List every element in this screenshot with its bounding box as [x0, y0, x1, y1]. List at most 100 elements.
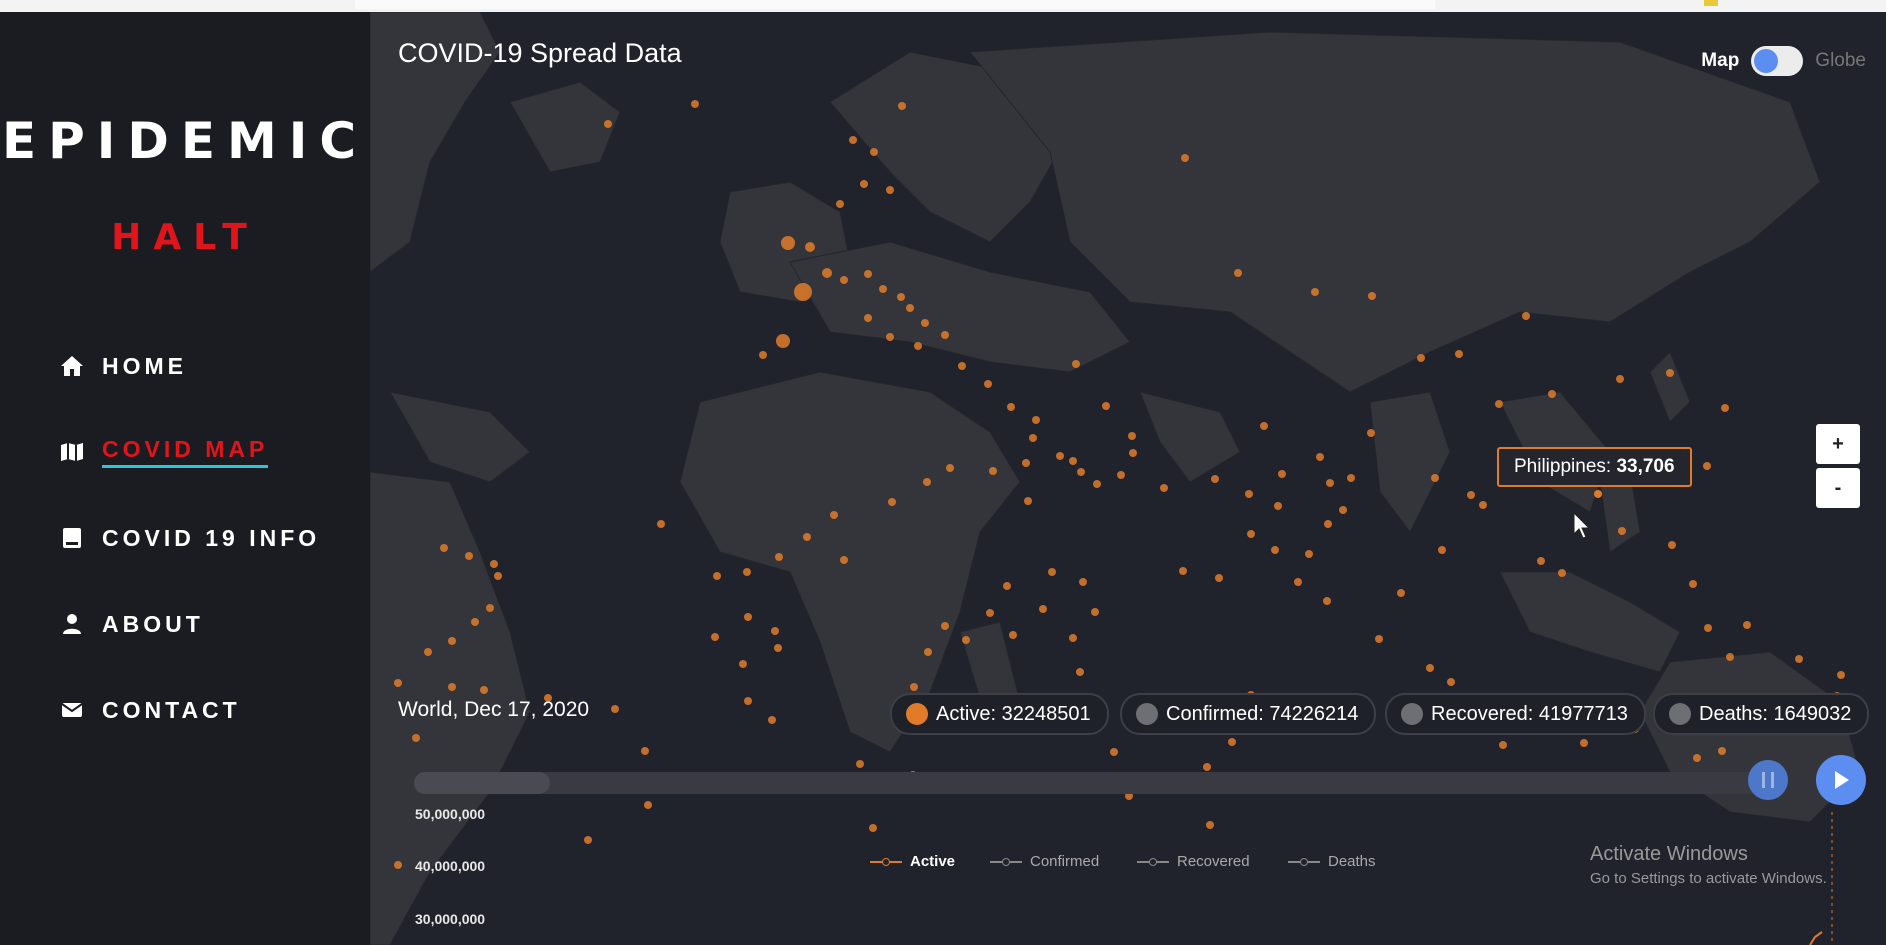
stat-active[interactable]: Active: 32248501 — [890, 693, 1109, 735]
case-marker[interactable] — [1206, 821, 1214, 829]
case-marker[interactable] — [1048, 568, 1056, 576]
case-marker[interactable] — [1039, 605, 1047, 613]
case-marker[interactable] — [1417, 354, 1425, 362]
case-marker[interactable] — [440, 544, 448, 552]
case-marker[interactable] — [1245, 490, 1253, 498]
case-marker[interactable] — [657, 520, 665, 528]
case-marker[interactable] — [830, 511, 838, 519]
case-marker[interactable] — [1029, 434, 1037, 442]
case-marker[interactable] — [1718, 747, 1726, 755]
case-marker[interactable] — [644, 801, 652, 809]
case-marker[interactable] — [584, 836, 592, 844]
case-marker[interactable] — [1316, 453, 1324, 461]
case-marker[interactable] — [641, 747, 649, 755]
case-marker[interactable] — [412, 734, 420, 742]
case-marker[interactable] — [1837, 671, 1845, 679]
case-marker[interactable] — [1455, 350, 1463, 358]
nav-item-contact[interactable]: CONTACT — [58, 692, 241, 728]
case-marker[interactable] — [1743, 621, 1751, 629]
legend-active[interactable]: Active — [870, 853, 955, 870]
case-marker[interactable] — [864, 270, 872, 278]
case-marker[interactable] — [424, 648, 432, 656]
case-marker[interactable] — [962, 636, 970, 644]
case-marker[interactable] — [448, 637, 456, 645]
case-marker[interactable] — [1726, 653, 1734, 661]
case-marker[interactable] — [776, 334, 790, 348]
case-marker[interactable] — [1721, 404, 1729, 412]
case-marker[interactable] — [744, 697, 752, 705]
case-marker[interactable] — [1215, 574, 1223, 582]
case-marker[interactable] — [691, 100, 699, 108]
case-marker[interactable] — [860, 180, 868, 188]
case-marker[interactable] — [986, 609, 994, 617]
case-marker[interactable] — [1704, 624, 1712, 632]
case-marker[interactable] — [1693, 754, 1701, 762]
case-marker[interactable] — [1077, 468, 1085, 476]
case-marker[interactable] — [941, 331, 949, 339]
case-marker[interactable] — [840, 276, 848, 284]
case-marker[interactable] — [849, 136, 857, 144]
case-marker[interactable] — [906, 304, 914, 312]
case-marker[interactable] — [1323, 597, 1331, 605]
nav-item-covid-info[interactable]: COVID 19 INFO — [58, 520, 320, 556]
case-marker[interactable] — [923, 478, 931, 486]
case-marker[interactable] — [604, 120, 612, 128]
case-marker[interactable] — [1056, 452, 1064, 460]
case-marker[interactable] — [1447, 678, 1455, 686]
case-marker[interactable] — [886, 186, 894, 194]
case-marker[interactable] — [1129, 449, 1137, 457]
case-marker[interactable] — [864, 314, 872, 322]
case-marker[interactable] — [1616, 375, 1624, 383]
case-marker[interactable] — [1438, 546, 1446, 554]
case-marker[interactable] — [1069, 457, 1077, 465]
case-marker[interactable] — [1558, 569, 1566, 577]
case-marker[interactable] — [713, 572, 721, 580]
case-marker[interactable] — [1426, 664, 1434, 672]
case-marker[interactable] — [1548, 390, 1556, 398]
case-marker[interactable] — [768, 716, 776, 724]
case-marker[interactable] — [1368, 292, 1376, 300]
case-marker[interactable] — [1228, 738, 1236, 746]
stat-confirmed[interactable]: Confirmed: 74226214 — [1120, 693, 1377, 735]
case-marker[interactable] — [1324, 520, 1332, 528]
case-marker[interactable] — [1347, 474, 1355, 482]
case-marker[interactable] — [744, 613, 752, 621]
case-marker[interactable] — [946, 464, 954, 472]
legend-deaths[interactable]: Deaths — [1288, 853, 1376, 870]
case-marker[interactable] — [1203, 763, 1211, 771]
case-marker[interactable] — [759, 351, 767, 359]
case-marker[interactable] — [771, 627, 779, 635]
case-marker[interactable] — [1305, 550, 1313, 558]
case-marker[interactable] — [822, 268, 832, 278]
case-marker[interactable] — [394, 679, 402, 687]
case-marker[interactable] — [805, 242, 815, 252]
map-panel[interactable]: COVID-19 Spread Data Map Globe + - Phili… — [370, 12, 1886, 945]
nav-item-covid-map[interactable]: COVID MAP — [58, 434, 269, 470]
case-marker[interactable] — [1102, 402, 1110, 410]
stat-recovered[interactable]: Recovered: 41977713 — [1385, 693, 1646, 735]
case-marker[interactable] — [1479, 501, 1487, 509]
case-marker[interactable] — [856, 760, 864, 768]
case-marker[interactable] — [1160, 484, 1168, 492]
case-marker[interactable] — [1076, 668, 1084, 676]
case-marker[interactable] — [394, 861, 402, 869]
case-marker[interactable] — [958, 362, 966, 370]
case-marker[interactable] — [1091, 608, 1099, 616]
case-marker[interactable] — [480, 686, 488, 694]
case-marker[interactable] — [1668, 541, 1676, 549]
case-marker[interactable] — [897, 293, 905, 301]
case-marker[interactable] — [1117, 471, 1125, 479]
tooltip-marker[interactable] — [1594, 490, 1602, 498]
case-marker[interactable] — [711, 633, 719, 641]
case-marker[interactable] — [781, 236, 795, 250]
toggle-switch[interactable] — [1751, 46, 1804, 76]
case-marker[interactable] — [1260, 422, 1268, 430]
case-marker[interactable] — [1032, 416, 1040, 424]
case-marker[interactable] — [494, 572, 502, 580]
toggle-label-globe[interactable]: Globe — [1815, 50, 1866, 72]
case-marker[interactable] — [1795, 655, 1803, 663]
case-marker[interactable] — [869, 824, 877, 832]
pause-button[interactable] — [1748, 760, 1788, 800]
case-marker[interactable] — [1274, 502, 1282, 510]
play-button[interactable] — [1816, 755, 1866, 805]
